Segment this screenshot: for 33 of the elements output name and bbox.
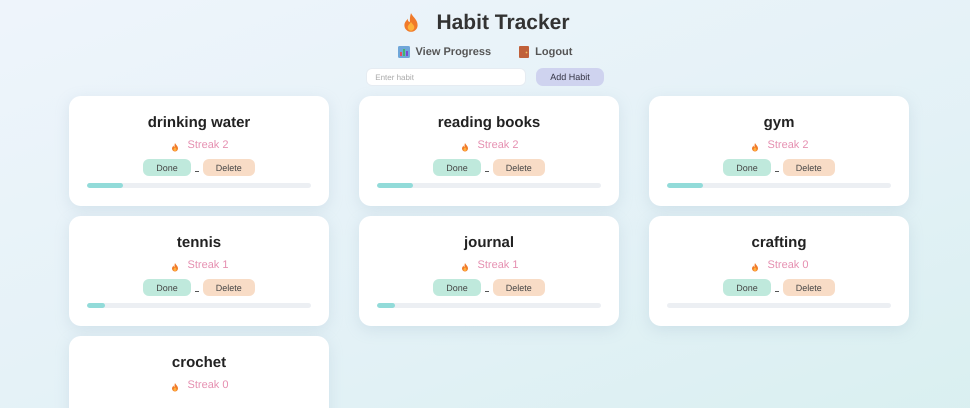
habit-name: crafting: [751, 234, 806, 251]
delete-button[interactable]: Delete: [202, 159, 255, 176]
delete-button[interactable]: Delete: [492, 159, 545, 176]
habit-name: tennis: [176, 234, 222, 251]
habit-name: reading books: [438, 114, 540, 131]
streak-count: Streak 2: [188, 139, 228, 151]
bar-chart-icon: [398, 46, 410, 58]
delete-button[interactable]: Delete: [782, 159, 835, 176]
add-habit-button[interactable]: Add Habit: [536, 68, 604, 86]
streak-count: Streak 0: [768, 259, 808, 271]
delete-button[interactable]: Delete: [782, 279, 835, 296]
done-button[interactable]: Done: [723, 159, 771, 176]
done-button[interactable]: Done: [143, 279, 191, 296]
habit-name: journal: [464, 234, 514, 251]
done-button[interactable]: Done: [433, 159, 481, 176]
habit-input-field[interactable]: Enter habit: [366, 68, 526, 86]
habit-name: drinking water: [148, 114, 250, 131]
delete-button[interactable]: Delete: [202, 279, 255, 296]
streak-count: Streak 1: [188, 259, 228, 271]
done-button[interactable]: Done: [723, 279, 771, 296]
nav-link[interactable]: View Progress: [398, 46, 492, 58]
habit-name: crochet: [172, 354, 226, 371]
streak-count: Streak 2: [768, 139, 808, 151]
streak-count: Streak 1: [478, 259, 518, 271]
delete-button[interactable]: Delete: [492, 279, 545, 296]
done-button[interactable]: Done: [143, 159, 191, 176]
done-button[interactable]: Done: [433, 279, 481, 296]
streak-count: Streak 0: [188, 379, 228, 391]
streak-count: Streak 2: [478, 139, 518, 151]
app-title: Habit Tracker: [436, 11, 570, 35]
door-icon: [519, 46, 530, 58]
nav-link[interactable]: Logout: [519, 46, 572, 58]
habit-name: gym: [764, 114, 794, 131]
